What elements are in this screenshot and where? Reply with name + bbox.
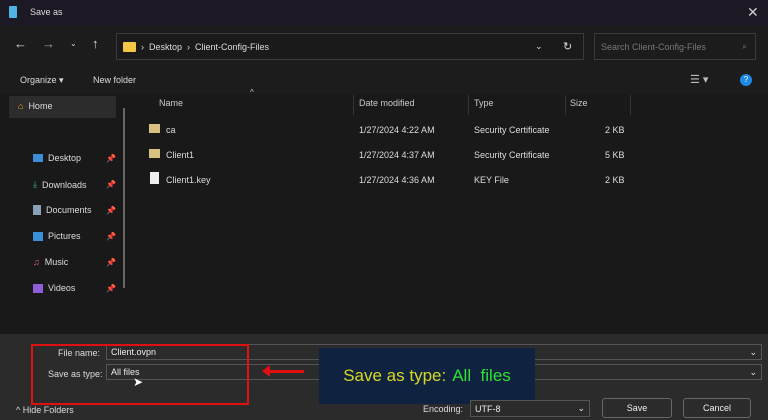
chevron-down-icon: ⌄	[749, 366, 757, 377]
sidebar: ⌂ Home Desktop ⤓ Downloads Documents Pictu…	[0, 94, 135, 334]
title-bar: Save as ✕	[0, 0, 768, 26]
sidebar-item-label: Music	[44, 257, 69, 267]
videos-icon	[33, 283, 43, 293]
file-size: 2 KB	[605, 125, 625, 135]
view-menu-icon[interactable]: ☰ ▾	[690, 73, 708, 86]
sidebar-item-label: Videos	[48, 283, 76, 293]
cancel-button[interactable]: Cancel	[683, 398, 751, 418]
sidebar-item-downloads[interactable]: ⤓ Downloads	[33, 179, 87, 190]
sidebar-item-label: Desktop	[48, 153, 82, 163]
hide-folders-label: Hide Folders	[22, 405, 74, 415]
file-date: 1/27/2024 4:36 AM	[359, 175, 435, 185]
column-size[interactable]: Size	[570, 98, 588, 108]
help-icon[interactable]: ?	[740, 74, 752, 86]
breadcrumb-folder[interactable]: Client-Config-Files	[195, 42, 269, 52]
window-title: Save as	[30, 7, 63, 17]
file-name: Client1	[166, 150, 195, 160]
back-icon[interactable]: ←	[14, 36, 27, 51]
chevron-down-icon: ⌄	[577, 403, 585, 413]
folder-icon	[123, 41, 136, 52]
sidebar-item-music[interactable]: ♫ Music	[33, 257, 68, 267]
separator: ›	[141, 41, 144, 52]
pin-icon: 📌	[106, 206, 116, 215]
new-folder-button[interactable]: New folder	[93, 75, 136, 85]
sidebar-item-label: Home	[28, 101, 53, 111]
address-bar[interactable]: › Desktop › Client-Config-Files ⌄ ↻	[116, 33, 584, 60]
breadcrumb-desktop[interactable]: Desktop	[149, 42, 182, 52]
file-date: 1/27/2024 4:37 AM	[359, 150, 435, 160]
file-type: Security Certificate	[474, 125, 550, 135]
annotation-highlight: All files	[452, 366, 511, 385]
column-type[interactable]: Type	[474, 98, 494, 108]
hide-folders-button[interactable]: ^ Hide Folders	[16, 405, 74, 415]
toolbar: Organize ▾ New folder ☰ ▾ ?	[0, 66, 768, 94]
pictures-icon	[33, 231, 43, 241]
chevron-down-icon: ⌄	[749, 346, 757, 357]
sidebar-item-videos[interactable]: Videos	[33, 283, 75, 293]
pin-icon: 📌	[106, 180, 116, 189]
arrow-icon	[262, 365, 304, 377]
certificate-icon	[149, 124, 160, 133]
sidebar-item-documents[interactable]: Documents	[33, 205, 92, 215]
highlight-box	[31, 344, 249, 405]
sidebar-item-label: Pictures	[48, 231, 81, 241]
close-icon[interactable]: ✕	[747, 4, 759, 21]
sidebar-item-label: Downloads	[41, 179, 87, 190]
file-type: KEY File	[474, 175, 509, 185]
sidebar-item-desktop[interactable]: Desktop	[33, 153, 81, 163]
encoding-value: UTF-8	[475, 403, 501, 414]
file-name: Client1.key	[166, 175, 211, 185]
notepad-icon	[9, 6, 17, 18]
file-size: 5 KB	[605, 150, 625, 160]
pin-icon: 📌	[106, 258, 116, 267]
organize-button[interactable]: Organize ▾	[20, 75, 64, 86]
dropdown-icon[interactable]: ⌄	[535, 41, 543, 52]
pin-icon: 📌	[106, 154, 116, 163]
certificate-icon	[149, 149, 160, 158]
sidebar-item-home[interactable]: ⌂ Home	[18, 101, 52, 111]
file-icon	[150, 172, 159, 184]
music-icon: ♫	[33, 257, 40, 267]
search-placeholder: Search Client-Config-Files	[601, 41, 707, 52]
forward-icon[interactable]: →	[42, 36, 55, 51]
desktop-icon	[33, 154, 43, 162]
save-button[interactable]: Save	[602, 398, 672, 418]
pin-icon: 📌	[106, 232, 116, 241]
sort-ascending-icon: ^	[250, 88, 254, 97]
encoding-label: Encoding:	[423, 404, 464, 414]
sidebar-scrollbar[interactable]	[123, 108, 125, 288]
sidebar-item-label: Documents	[46, 205, 92, 215]
pin-icon: 📌	[106, 284, 116, 293]
home-icon: ⌂	[18, 101, 24, 111]
annotation-callout: Save as type: All files	[319, 348, 535, 404]
annotation-prefix: Save as type:	[343, 366, 447, 385]
sidebar-item-pictures[interactable]: Pictures	[33, 231, 81, 241]
documents-icon	[33, 205, 41, 215]
file-size: 2 KB	[605, 175, 625, 185]
column-name[interactable]: Name	[159, 98, 183, 108]
download-icon: ⤓	[33, 179, 37, 189]
file-type: Security Certificate	[474, 150, 550, 160]
cancel-label: Cancel	[702, 403, 731, 413]
recent-chevron-icon[interactable]: ⌄	[70, 39, 77, 48]
refresh-icon[interactable]: ↻	[563, 40, 572, 53]
encoding-select[interactable]: UTF-8 ⌄	[470, 400, 590, 417]
search-icon: ⌕	[741, 41, 747, 51]
up-icon[interactable]: ↑	[92, 36, 99, 51]
separator: ›	[187, 41, 191, 52]
file-date: 1/27/2024 4:22 AM	[359, 125, 435, 135]
search-input[interactable]: Search Client-Config-Files ⌕	[594, 33, 756, 60]
column-date[interactable]: Date modified	[359, 98, 415, 108]
save-panel: File name: Client.ovpn ⌄ Save as type: Al…	[0, 334, 768, 420]
save-label: Save	[626, 403, 648, 413]
file-name: ca	[166, 125, 176, 135]
